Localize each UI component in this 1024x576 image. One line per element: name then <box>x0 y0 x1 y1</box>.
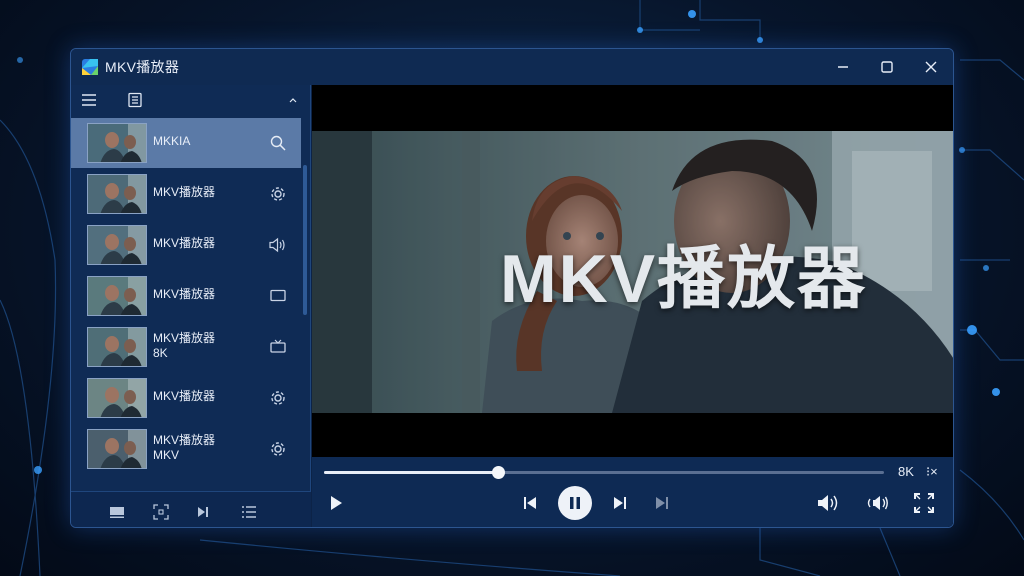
list-icon[interactable] <box>241 504 257 520</box>
video-player: MKV播放器 8K ⁝× <box>312 85 953 527</box>
video-thumbnail <box>87 327 147 367</box>
play-icon <box>331 496 342 510</box>
playback-controls: 8K ⁝× <box>312 457 953 527</box>
video-thumbnail <box>87 429 147 469</box>
minimize-button[interactable] <box>821 49 865 85</box>
skip-previous-icon <box>524 497 536 509</box>
skip-forward-icon <box>656 497 668 509</box>
screen-icon[interactable] <box>269 287 287 305</box>
screen-mode-icon[interactable] <box>109 504 125 520</box>
tv-icon[interactable] <box>269 338 287 356</box>
video-frame[interactable]: MKV播放器 <box>312 131 953 413</box>
playlist-item[interactable]: MKKIA <box>71 118 301 168</box>
crop-icon[interactable] <box>153 504 169 520</box>
playlist-item[interactable]: MKV播放器 <box>71 169 301 219</box>
playlist-item-label: MKV播放器 <box>153 331 216 345</box>
speed-label[interactable]: ⁝× <box>926 464 938 480</box>
collapse-chevron-icon[interactable] <box>285 92 301 108</box>
video-overlay-title: MKV播放器 <box>499 240 868 317</box>
playlist-item[interactable]: MKV播放器 <box>71 271 301 321</box>
player-window: MKV播放器 MKKIA MKV播放器 MKV播放器 MKV播放器 MKV播放器… <box>70 48 954 528</box>
volume-icon <box>818 495 838 511</box>
playlist-item-sublabel: MKV <box>153 448 180 462</box>
video-thumbnail <box>87 174 147 214</box>
gear-icon[interactable] <box>269 440 287 458</box>
seek-bar-handle[interactable] <box>491 466 505 479</box>
video-thumbnail <box>87 276 147 316</box>
skip-next-icon[interactable] <box>195 504 211 520</box>
video-thumbnail <box>87 225 147 265</box>
close-button[interactable] <box>909 49 953 85</box>
search-icon[interactable] <box>269 134 287 152</box>
playlist-icon[interactable] <box>127 92 143 108</box>
sidebar-bottom-bar <box>71 491 311 527</box>
next-button[interactable] <box>610 493 630 513</box>
pause-button[interactable] <box>558 486 592 520</box>
previous-button[interactable] <box>520 493 540 513</box>
playlist-item-label: MKV播放器 <box>153 236 216 250</box>
close-icon <box>925 61 937 73</box>
fullscreen-button[interactable] <box>912 492 936 514</box>
sidebar-scrollbar[interactable] <box>303 165 307 315</box>
title-bar: MKV播放器 <box>71 49 953 85</box>
minimize-icon <box>838 66 848 68</box>
pause-icon <box>570 497 580 509</box>
seek-bar-fill <box>324 471 498 474</box>
maximize-button[interactable] <box>865 49 909 85</box>
playlist-item-label: MKKIA <box>153 134 191 148</box>
audio-icon <box>867 496 888 510</box>
mute-button[interactable] <box>816 492 840 514</box>
playlist-item-label: MKV播放器 <box>153 287 216 301</box>
playlist-item[interactable]: MKV播放器 <box>71 373 301 423</box>
gear-icon[interactable] <box>269 185 287 203</box>
speaker-icon[interactable] <box>269 236 287 254</box>
playlist-item[interactable]: MKV播放器 8K <box>71 322 301 372</box>
quality-label[interactable]: 8K <box>898 464 914 479</box>
playlist-item[interactable]: MKV播放器 MKV <box>71 424 301 474</box>
seek-bar[interactable] <box>324 466 884 479</box>
playlist-item-label: MKV播放器 <box>153 433 216 447</box>
playlist-sidebar: MKKIA MKV播放器 MKV播放器 MKV播放器 MKV播放器 8K MKV播放器 MKV… <box>71 85 311 527</box>
app-logo-icon <box>82 59 98 75</box>
menu-icon[interactable] <box>81 92 97 108</box>
video-thumbnail <box>87 378 147 418</box>
sidebar-toolbar <box>71 85 310 115</box>
app-title: MKV播放器 <box>105 59 180 75</box>
fullscreen-icon <box>914 493 934 513</box>
video-thumbnail <box>87 123 147 163</box>
playlist-item-label: MKV播放器 <box>153 185 216 199</box>
audio-track-button[interactable] <box>866 492 890 514</box>
maximize-icon <box>881 61 893 73</box>
next-chapter-button[interactable] <box>652 493 672 513</box>
skip-next-icon <box>614 497 626 509</box>
playlist-item-sublabel: 8K <box>153 346 168 360</box>
playlist-item-label: MKV播放器 <box>153 389 216 403</box>
gear-icon[interactable] <box>269 389 287 407</box>
play-button[interactable] <box>326 493 346 513</box>
playlist-item[interactable]: MKV播放器 <box>71 220 301 270</box>
